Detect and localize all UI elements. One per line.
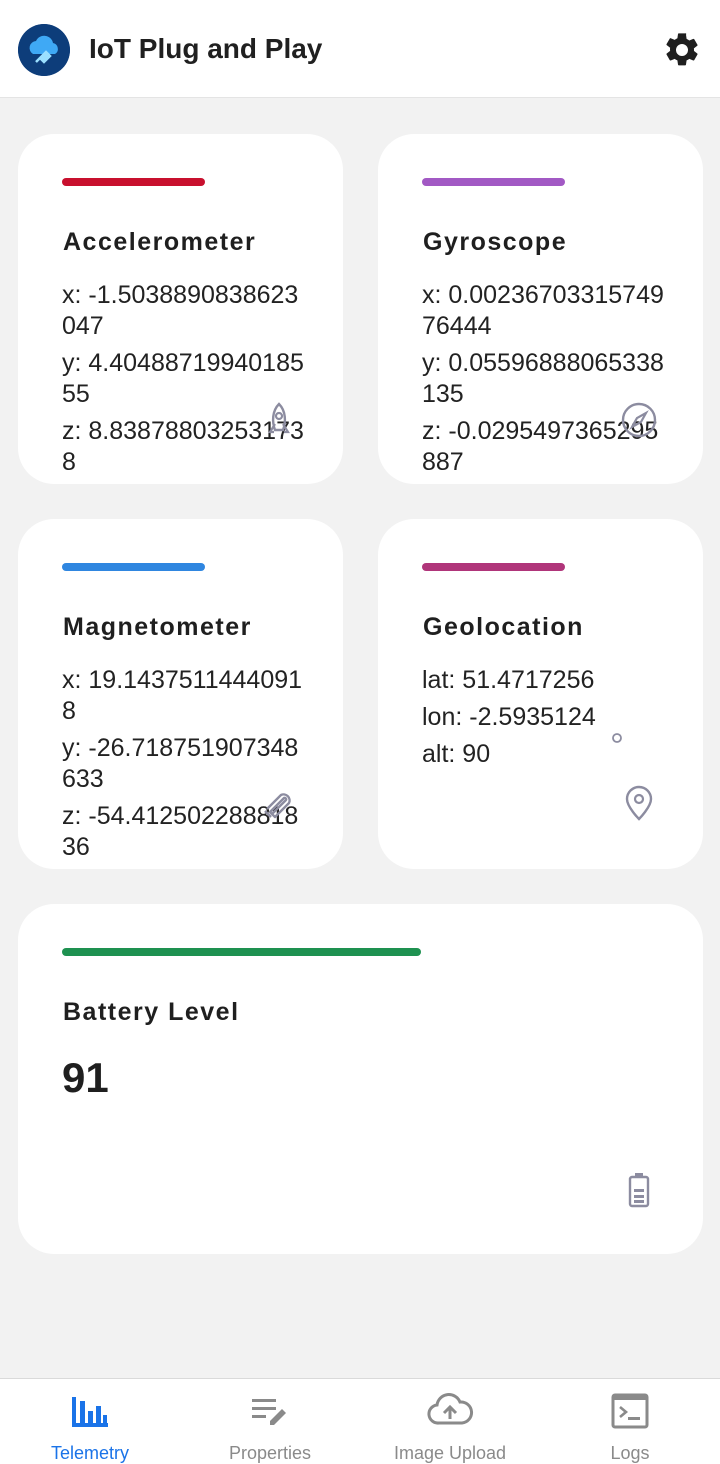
accelerometer-x: x: -1.5038890838623047 — [62, 281, 299, 340]
location-pin-icon — [619, 783, 659, 823]
bar-chart-icon — [70, 1391, 110, 1431]
gyroscope-card[interactable]: Gyroscope x: 0.0023670331574976444 y: 0.… — [378, 134, 703, 484]
nav-telemetry-label: Telemetry — [50, 1443, 130, 1463]
bottom-navigation: Telemetry Properties Image Upload Logs — [0, 1378, 720, 1464]
gyroscope-x: x: 0.0023670331574976444 — [422, 281, 664, 340]
battery-progress-bar — [62, 948, 421, 956]
compass-icon — [619, 400, 659, 440]
nav-logs[interactable]: Logs — [540, 1379, 720, 1464]
accelerometer-card[interactable]: Accelerometer x: -1.5038890838623047 y: … — [18, 134, 343, 484]
accelerometer-accent-bar — [62, 178, 205, 186]
magnetometer-values: x: 19.14375114440918 y: -26.718751907348… — [62, 665, 306, 869]
settings-button[interactable] — [662, 30, 702, 70]
terminal-icon — [610, 1391, 650, 1431]
battery-title: Battery Level — [63, 998, 240, 1026]
app-logo — [18, 24, 70, 76]
nav-logs-label: Logs — [610, 1443, 650, 1463]
magnetometer-card[interactable]: Magnetometer x: 19.14375114440918 y: -26… — [18, 519, 343, 869]
nav-telemetry[interactable]: Telemetry — [0, 1379, 180, 1464]
rocket-icon — [259, 400, 299, 440]
gyroscope-title: Gyroscope — [423, 228, 568, 256]
battery-icon — [619, 1170, 659, 1210]
magnet-icon — [259, 783, 299, 823]
gear-icon — [666, 33, 698, 66]
geolocation-alt: alt: 90 — [422, 740, 491, 768]
edit-list-icon — [250, 1391, 290, 1431]
nav-image-upload[interactable]: Image Upload — [360, 1379, 540, 1464]
geolocation-accent-bar — [422, 563, 565, 571]
cloud-upload-icon — [426, 1391, 474, 1431]
app-title: IoT Plug and Play — [89, 33, 323, 64]
nav-properties[interactable]: Properties — [180, 1379, 360, 1464]
geolocation-title: Geolocation — [423, 613, 584, 641]
magnetometer-accent-bar — [62, 563, 205, 571]
accelerometer-values: x: -1.5038890838623047 y: 4.404887199401… — [62, 280, 306, 484]
magnetometer-x: x: 19.14375114440918 — [62, 666, 303, 725]
geolocation-values: lat: 51.4717256 lon: -2.5935124 alt: 90 — [422, 665, 666, 776]
app-header: IoT Plug and Play — [0, 0, 720, 98]
gyroscope-accent-bar — [422, 178, 565, 186]
geolocation-card[interactable]: Geolocation lat: 51.4717256 lon: -2.5935… — [378, 519, 703, 869]
nav-image-upload-label: Image Upload — [393, 1443, 507, 1463]
accelerometer-title: Accelerometer — [63, 228, 257, 256]
geolocation-lon: lon: -2.5935124 — [422, 703, 596, 731]
nav-properties-label: Properties — [228, 1443, 312, 1463]
magnetometer-title: Magnetometer — [63, 613, 252, 641]
cloud-plug-icon — [18, 24, 70, 76]
app-root: IoT Plug and Play Accelerometer x: -1.50… — [0, 0, 720, 1464]
gyroscope-values: x: 0.0023670331574976444 y: 0.0559688806… — [422, 280, 666, 484]
battery-card[interactable]: Battery Level 91 — [18, 904, 703, 1254]
degree-marker-icon — [610, 731, 624, 745]
battery-value: 91 — [62, 1054, 109, 1101]
geolocation-lat: lat: 51.4717256 — [422, 666, 595, 694]
